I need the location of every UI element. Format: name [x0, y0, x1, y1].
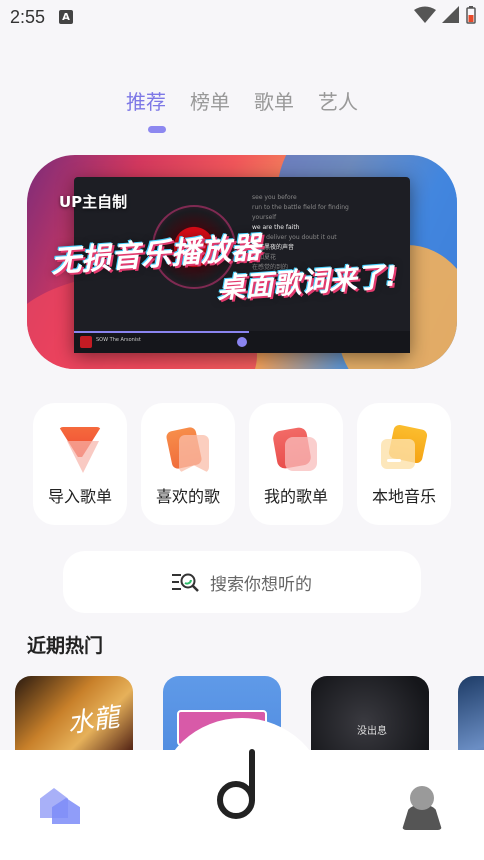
progress-bar — [74, 331, 249, 333]
status-time: 2:55 — [10, 6, 46, 27]
hot-cover-4[interactable] — [458, 676, 484, 756]
favorite-songs-button[interactable]: 喜欢的歌 — [141, 403, 235, 525]
my-playlist-button[interactable]: 我的歌单 — [249, 403, 343, 525]
player-track: SOW The Arsonist — [96, 337, 141, 343]
local-music-button[interactable]: 本地音乐 — [357, 403, 451, 525]
music-note-icon[interactable] — [212, 748, 262, 820]
top-tabs: 推荐 榜单 歌单 艺人 — [0, 86, 484, 115]
favorite-songs-icon — [161, 423, 215, 477]
album-thumb — [80, 336, 92, 348]
lyric-line: why deliver you doubt it out — [252, 234, 337, 241]
tab-artists[interactable]: 艺人 — [318, 86, 358, 115]
quick-action-label: 导入歌单 — [47, 487, 112, 506]
tab-recommend[interactable]: 推荐 — [126, 86, 166, 115]
lyric-line: we are the faith — [252, 224, 300, 231]
status-icons — [414, 6, 476, 24]
wifi-icon — [414, 6, 436, 23]
import-playlist-icon — [53, 423, 107, 477]
search-list-icon — [172, 573, 199, 592]
quick-actions: 导入歌单 喜欢的歌 我的歌单 本地音乐 — [33, 403, 451, 525]
cover-calligraphy: 水龍 — [65, 702, 122, 740]
player-controls: SOW The Arsonist — [74, 331, 410, 353]
lyric-line: yourself — [252, 214, 277, 221]
quick-action-label: 我的歌单 — [263, 487, 328, 506]
hot-cover-1[interactable]: 水龍 — [15, 676, 133, 756]
tab-indicator — [148, 126, 166, 133]
profile-icon[interactable] — [402, 786, 442, 830]
play-icon — [237, 337, 247, 347]
notification-icon: A — [59, 10, 74, 24]
my-playlist-icon — [269, 423, 323, 477]
search-input[interactable]: 搜索你想听的 — [63, 551, 421, 613]
local-music-icon — [377, 423, 431, 477]
quick-action-label: 本地音乐 — [371, 487, 436, 506]
status-bar: 2:55 A — [0, 0, 484, 34]
banner-tag: UP主自制 — [59, 193, 128, 211]
import-playlist-button[interactable]: 导入歌单 — [33, 403, 127, 525]
tab-charts[interactable]: 榜单 — [190, 86, 230, 115]
lyric-line: run to the battle field for finding — [252, 204, 349, 211]
battery-icon — [466, 6, 476, 24]
section-title: 近期热门 — [27, 635, 104, 657]
quick-action-label: 喜欢的歌 — [155, 487, 220, 506]
tab-playlists[interactable]: 歌单 — [254, 86, 294, 115]
signal-icon — [442, 6, 459, 23]
lyric-line: see you before — [252, 194, 297, 201]
promo-banner[interactable]: see you before run to the battle field f… — [27, 155, 457, 369]
lyric-line: 穿越黑夜的声音 — [252, 244, 295, 251]
cover-caption: 没出息 — [357, 726, 387, 737]
home-icon[interactable] — [40, 786, 82, 828]
hot-cover-3[interactable]: 没出息 — [311, 676, 429, 756]
search-placeholder: 搜索你想听的 — [210, 574, 312, 595]
